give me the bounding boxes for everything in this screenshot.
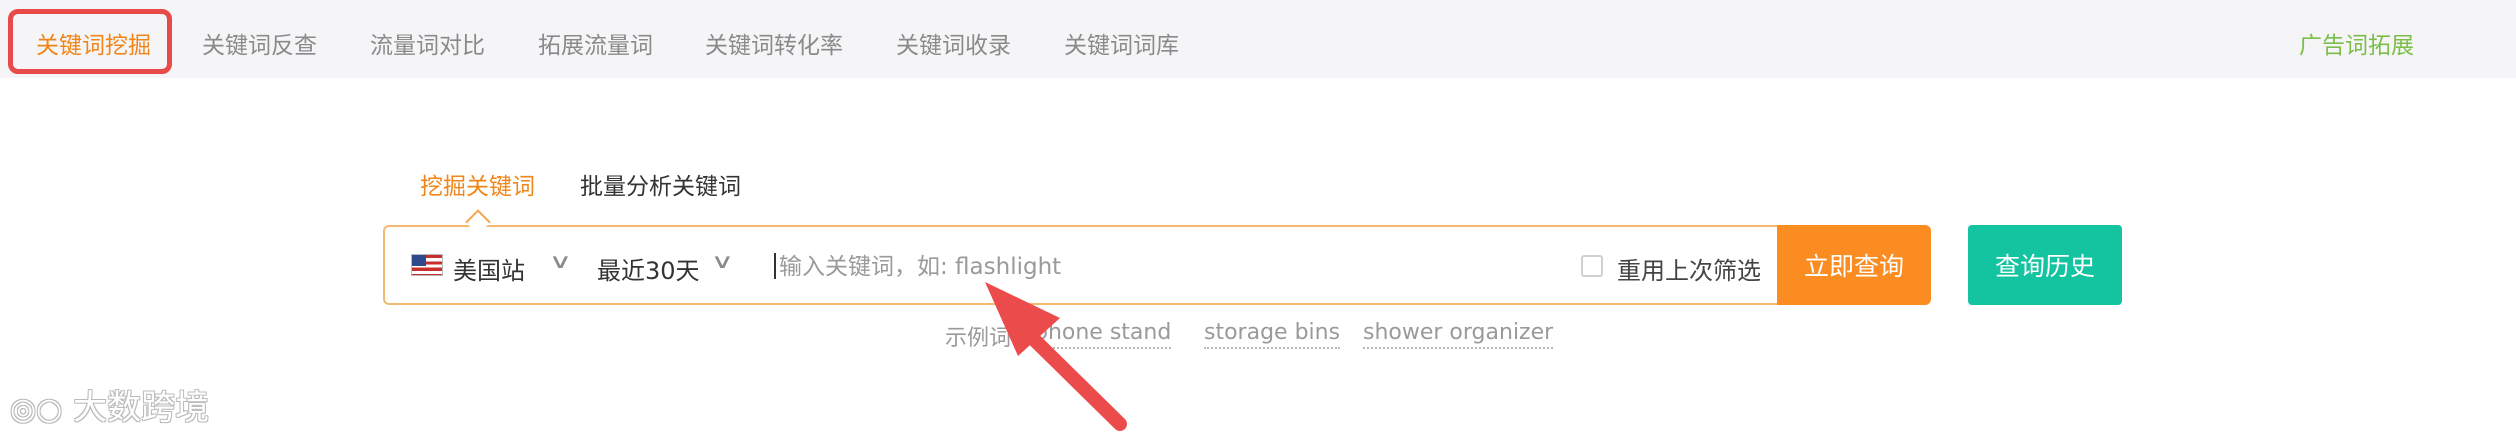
chevron-down-icon[interactable]: ∨ bbox=[711, 249, 734, 273]
keyword-input[interactable] bbox=[777, 243, 1381, 291]
period-select[interactable]: 最近30天 bbox=[597, 251, 700, 286]
tab-expand-traffic-words[interactable]: 拓展流量词 bbox=[538, 0, 653, 78]
top-nav: 关键词挖掘 关键词反查 流量词对比 拓展流量词 关键词转化率 关键词收录 关键词… bbox=[0, 0, 2516, 78]
reuse-filter-checkbox[interactable] bbox=[1581, 255, 1603, 277]
highlight-box bbox=[8, 9, 172, 74]
subtab-batch-analyze[interactable]: 批量分析关键词 bbox=[580, 167, 741, 201]
chevron-down-icon[interactable]: ∨ bbox=[549, 249, 572, 273]
tab-ad-keyword-expand[interactable]: 广告词拓展 bbox=[2299, 0, 2414, 78]
reuse-filter-label[interactable]: 重用上次筛选 bbox=[1617, 251, 1761, 286]
history-button[interactable]: 查询历史 bbox=[1968, 225, 2122, 305]
us-flag-icon bbox=[411, 254, 443, 276]
site-select[interactable]: 美国站 bbox=[453, 251, 525, 286]
example-link[interactable]: shower organizer bbox=[1363, 320, 1554, 349]
tab-keyword-indexing[interactable]: 关键词收录 bbox=[896, 0, 1011, 78]
watermark-text: 大数跨境 bbox=[73, 388, 210, 428]
tab-keyword-reverse-lookup[interactable]: 关键词反查 bbox=[202, 0, 317, 78]
examples-prefix: 示例词: bbox=[945, 326, 1019, 351]
example-link[interactable]: storage bins bbox=[1204, 320, 1341, 349]
subtab-mine-keywords[interactable]: 挖掘关键词 bbox=[420, 167, 535, 201]
search-bar: 美国站 ∨ 最近30天 ∨ 重用上次筛选 bbox=[383, 225, 1931, 305]
query-button[interactable]: 立即查询 bbox=[1777, 225, 1931, 305]
tab-traffic-word-compare[interactable]: 流量词对比 bbox=[370, 0, 485, 78]
tab-keyword-library[interactable]: 关键词词库 bbox=[1064, 0, 1179, 78]
text-cursor bbox=[774, 253, 776, 279]
tab-keyword-conversion[interactable]: 关键词转化率 bbox=[705, 0, 843, 78]
watermark-logo: ◎○ 大数跨境 bbox=[10, 388, 210, 428]
example-link[interactable]: phone stand bbox=[1034, 320, 1172, 349]
